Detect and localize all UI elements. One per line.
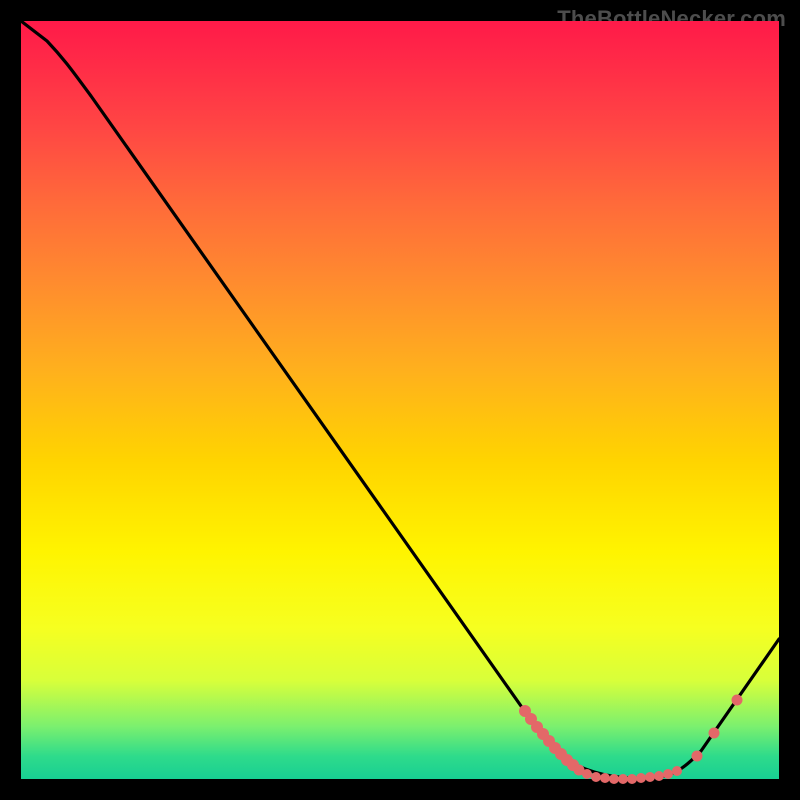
plot-svg: [21, 21, 779, 779]
chart-stage: TheBottleNecker.com: [0, 0, 800, 800]
marker-left-cluster: [519, 705, 585, 776]
bottleneck-curve-line: [21, 21, 779, 778]
marker-bottom-cluster: [582, 766, 682, 784]
